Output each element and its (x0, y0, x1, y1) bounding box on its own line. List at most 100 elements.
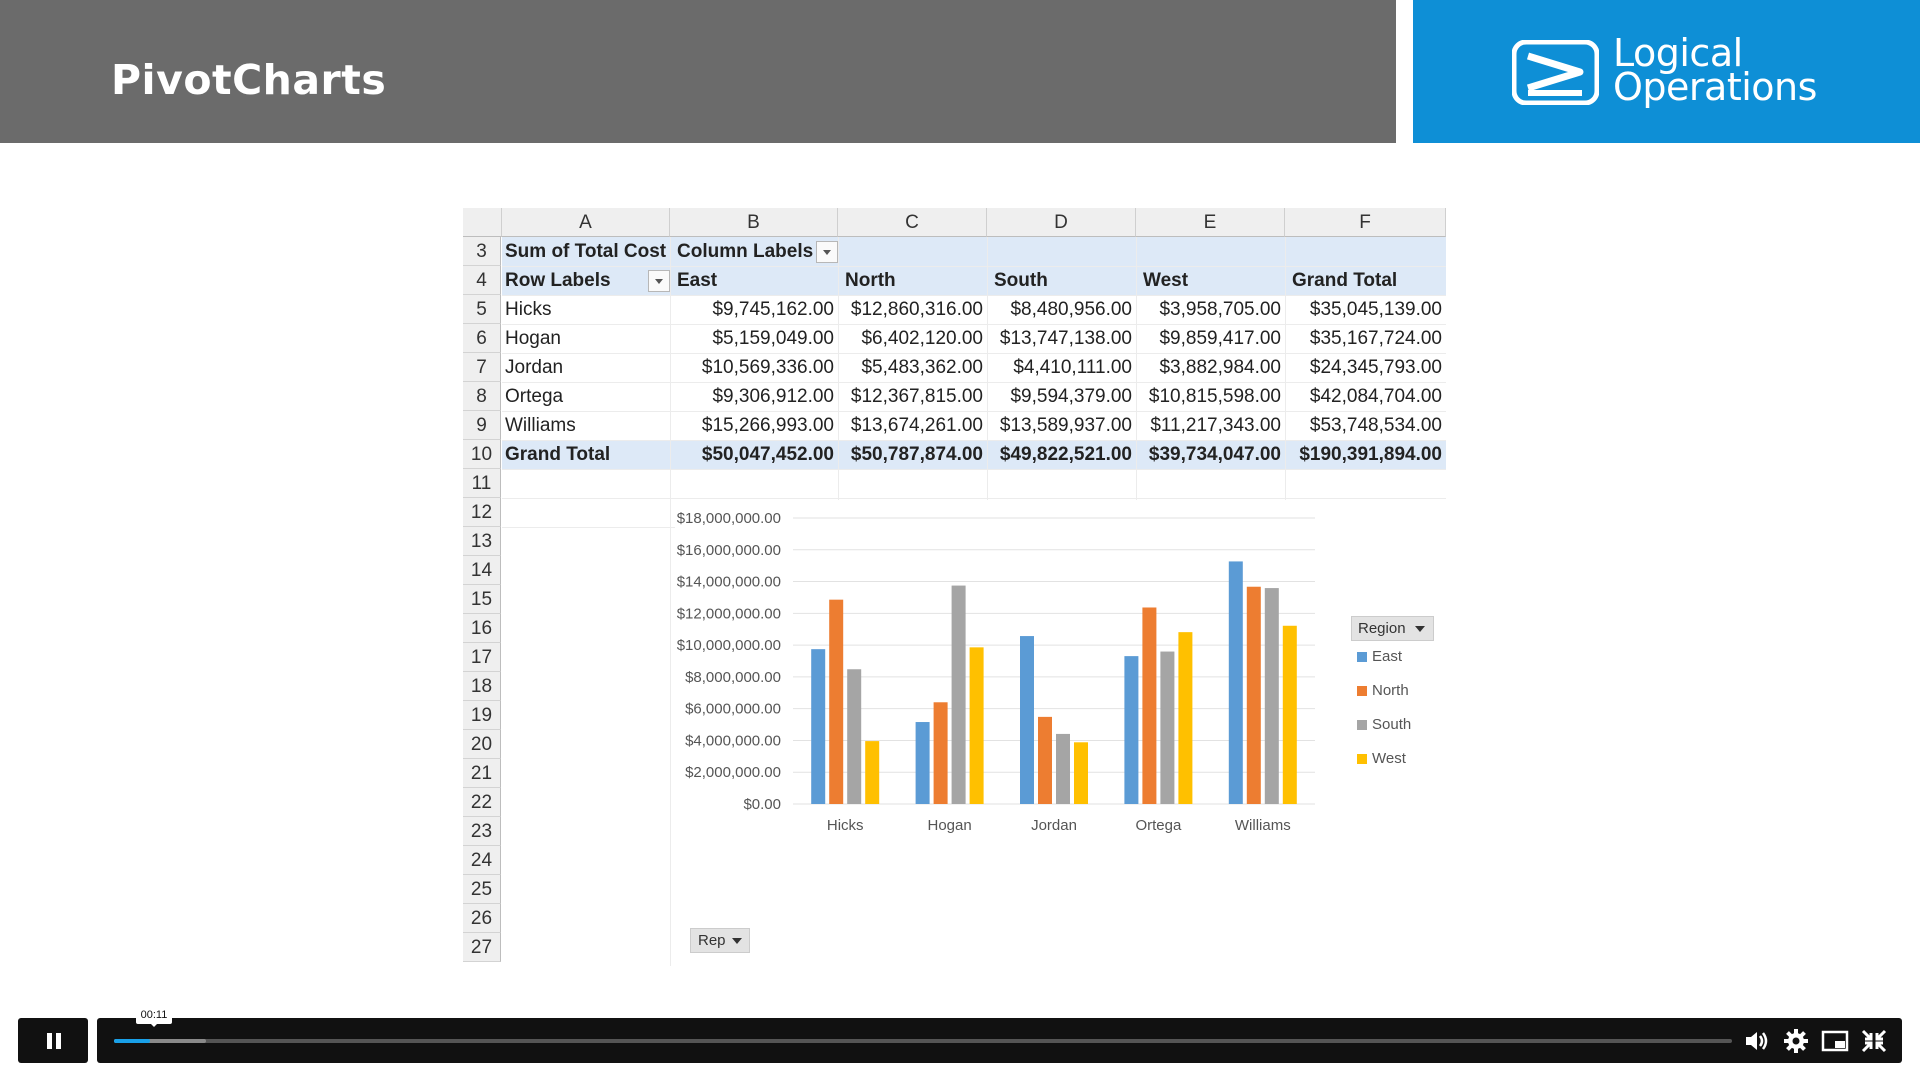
cell-b3[interactable]: Column Labels (677, 237, 813, 266)
row-label-cell[interactable]: Ortega (505, 382, 563, 411)
bar-east-williams[interactable] (1228, 561, 1243, 804)
row-header[interactable]: 10 (463, 440, 501, 469)
bar-east-hicks[interactable] (811, 649, 826, 804)
row-header[interactable]: 24 (463, 846, 501, 875)
cell-b4[interactable]: East (677, 266, 717, 295)
value-cell-total[interactable]: $35,167,724.00 (1285, 324, 1446, 353)
value-cell-east[interactable]: $15,266,993.00 (670, 411, 838, 440)
bar-south-ortega[interactable] (1160, 651, 1175, 804)
value-cell-north[interactable]: $6,402,120.00 (838, 324, 987, 353)
bar-north-hicks[interactable] (829, 599, 844, 804)
cell-d4[interactable]: South (994, 266, 1048, 295)
cell-e4[interactable]: West (1143, 266, 1188, 295)
row-header[interactable]: 27 (463, 933, 501, 962)
value-cell-north[interactable]: $5,483,362.00 (838, 353, 987, 382)
legend-item-north[interactable]: North (1357, 681, 1409, 701)
row-labels-filter-button[interactable] (648, 270, 670, 292)
grand-total-label[interactable]: Grand Total (505, 440, 610, 469)
grand-total-west[interactable]: $39,734,047.00 (1136, 440, 1285, 469)
bar-west-hicks[interactable] (865, 741, 880, 804)
seek-bar[interactable] (114, 1039, 1732, 1043)
row-header[interactable]: 21 (463, 759, 501, 788)
bar-east-jordan[interactable] (1020, 636, 1034, 804)
bar-south-williams[interactable] (1264, 588, 1279, 804)
bar-south-hogan[interactable] (951, 585, 966, 804)
grand-total-east[interactable]: $50,047,452.00 (670, 440, 838, 469)
row-header[interactable]: 23 (463, 817, 501, 846)
bar-north-williams[interactable] (1246, 586, 1261, 804)
value-cell-south[interactable]: $13,747,138.00 (987, 324, 1136, 353)
cell-a3[interactable]: Sum of Total Cost (505, 237, 666, 266)
picture-in-picture-icon[interactable] (1821, 1028, 1849, 1054)
row-header[interactable]: 15 (463, 585, 501, 614)
row-label-cell[interactable]: Jordan (505, 353, 563, 382)
row-header[interactable]: 20 (463, 730, 501, 759)
bar-east-ortega[interactable] (1124, 656, 1139, 804)
bar-west-williams[interactable] (1282, 625, 1297, 804)
bar-south-jordan[interactable] (1056, 733, 1070, 804)
select-all-corner[interactable] (463, 208, 502, 237)
value-cell-west[interactable]: $9,859,417.00 (1136, 324, 1285, 353)
value-cell-south[interactable]: $4,410,111.00 (987, 353, 1136, 382)
bar-north-ortega[interactable] (1142, 607, 1157, 804)
volume-icon[interactable] (1743, 1028, 1771, 1054)
value-cell-south[interactable]: $9,594,379.00 (987, 382, 1136, 411)
legend-item-east[interactable]: East (1357, 647, 1402, 667)
value-cell-east[interactable]: $9,306,912.00 (670, 382, 838, 411)
column-header-a[interactable]: A (502, 208, 670, 237)
value-cell-total[interactable]: $24,345,793.00 (1285, 353, 1446, 382)
row-header[interactable]: 22 (463, 788, 501, 817)
value-cell-north[interactable]: $13,674,261.00 (838, 411, 987, 440)
row-header[interactable]: 3 (463, 237, 501, 266)
value-cell-west[interactable]: $3,882,984.00 (1136, 353, 1285, 382)
value-cell-north[interactable]: $12,367,815.00 (838, 382, 987, 411)
column-header-b[interactable]: B (670, 208, 838, 237)
pivot-chart[interactable]: $0.00 $2,000,000.00 $4,000,000.00 $6,000,00… (675, 500, 1450, 966)
row-header[interactable]: 4 (463, 266, 501, 295)
settings-gear-icon[interactable] (1782, 1028, 1810, 1054)
legend-item-south[interactable]: South (1357, 715, 1411, 735)
bar-west-hogan[interactable] (969, 647, 984, 804)
row-header[interactable]: 7 (463, 353, 501, 382)
legend-item-west[interactable]: West (1357, 749, 1406, 769)
row-header[interactable]: 18 (463, 672, 501, 701)
value-cell-east[interactable]: $9,745,162.00 (670, 295, 838, 324)
value-cell-total[interactable]: $53,748,534.00 (1285, 411, 1446, 440)
row-header[interactable]: 8 (463, 382, 501, 411)
column-labels-filter-button[interactable] (816, 241, 838, 263)
bar-north-jordan[interactable] (1038, 716, 1052, 804)
column-header-d[interactable]: D (987, 208, 1136, 237)
row-label-cell[interactable]: Hicks (505, 295, 551, 324)
row-header[interactable]: 11 (463, 469, 501, 498)
row-header[interactable]: 17 (463, 643, 501, 672)
column-header-c[interactable]: C (838, 208, 987, 237)
row-header[interactable]: 5 (463, 295, 501, 324)
value-cell-east[interactable]: $10,569,336.00 (670, 353, 838, 382)
row-header[interactable]: 6 (463, 324, 501, 353)
value-cell-east[interactable]: $5,159,049.00 (670, 324, 838, 353)
row-label-cell[interactable]: Hogan (505, 324, 561, 353)
column-header-f[interactable]: F (1285, 208, 1446, 237)
row-header[interactable]: 19 (463, 701, 501, 730)
cell-f4[interactable]: Grand Total (1292, 266, 1397, 295)
bar-west-jordan[interactable] (1074, 742, 1088, 804)
bar-south-hicks[interactable] (847, 669, 862, 804)
row-header[interactable]: 26 (463, 904, 501, 933)
value-cell-total[interactable]: $35,045,139.00 (1285, 295, 1446, 324)
pause-button[interactable] (18, 1018, 88, 1063)
grand-total-overall[interactable]: $190,391,894.00 (1285, 440, 1446, 469)
value-cell-north[interactable]: $12,860,316.00 (838, 295, 987, 324)
bar-east-hogan[interactable] (915, 722, 930, 804)
row-header[interactable]: 14 (463, 556, 501, 585)
grand-total-south[interactable]: $49,822,521.00 (987, 440, 1136, 469)
value-cell-west[interactable]: $11,217,343.00 (1136, 411, 1285, 440)
bar-north-hogan[interactable] (933, 702, 948, 804)
region-legend-filter-button[interactable]: Region (1351, 616, 1434, 641)
row-header[interactable]: 12 (463, 498, 501, 527)
cell-a4[interactable]: Row Labels (505, 266, 611, 295)
value-cell-total[interactable]: $42,084,704.00 (1285, 382, 1446, 411)
cell-c4[interactable]: North (845, 266, 896, 295)
value-cell-west[interactable]: $10,815,598.00 (1136, 382, 1285, 411)
value-cell-west[interactable]: $3,958,705.00 (1136, 295, 1285, 324)
value-cell-south[interactable]: $8,480,956.00 (987, 295, 1136, 324)
